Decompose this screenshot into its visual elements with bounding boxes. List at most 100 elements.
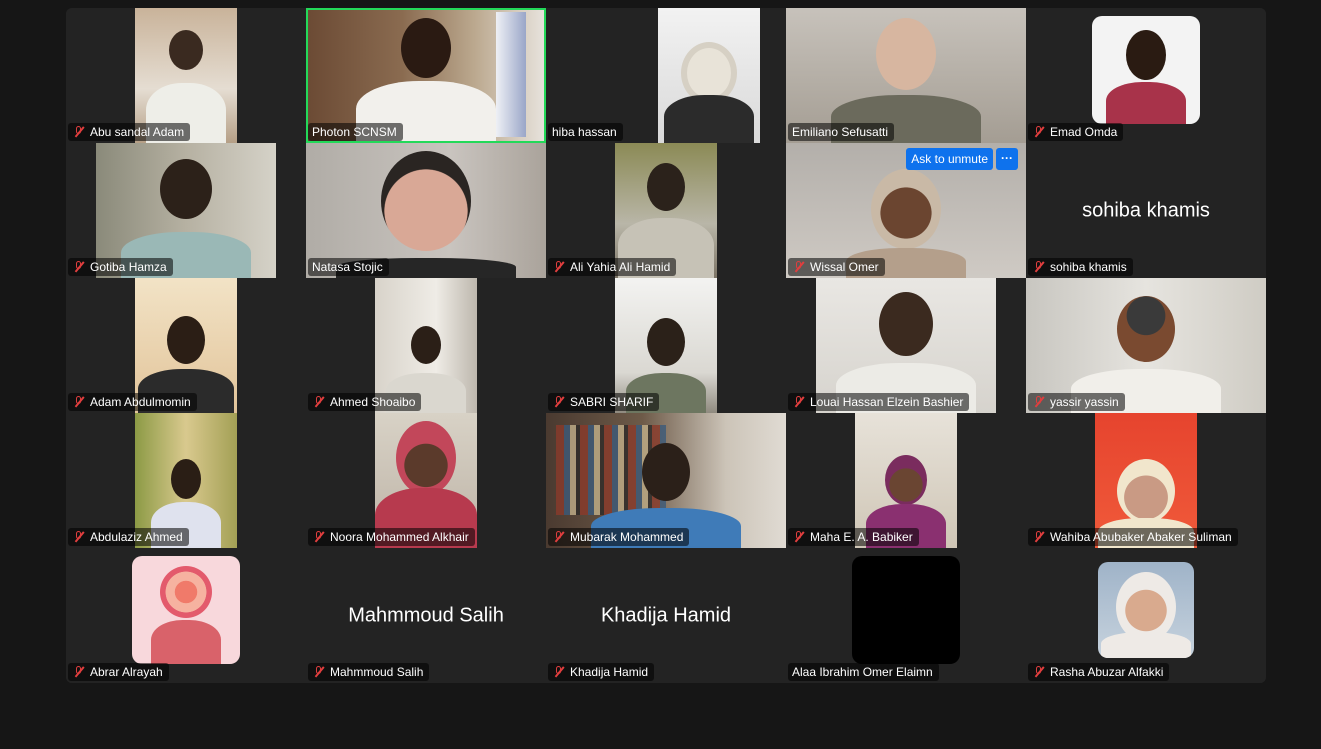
- participant-tile[interactable]: Photon SCNSM: [306, 8, 546, 143]
- participant-display-name: Mahmmoud Salih: [348, 604, 504, 626]
- participant-name-tag: Abu sandal Adam: [68, 123, 191, 141]
- participant-name: Ali Yahia Ali Hamid: [570, 260, 671, 274]
- person-body: [664, 95, 755, 143]
- muted-mic-icon: [552, 665, 566, 679]
- participant-name: Ahmed Shoaibo: [330, 395, 416, 409]
- participant-tile[interactable]: sohiba khamis sohiba khamis: [1026, 143, 1266, 278]
- participant-name-tag: SABRI SHARIF: [548, 393, 660, 411]
- person-head: [171, 459, 201, 499]
- participant-name-tag: Wahiba Abubaker Abaker Suliman: [1028, 528, 1238, 546]
- participant-name-tag: Khadija Hamid: [548, 663, 655, 681]
- participant-name-tag: sohiba khamis: [1028, 258, 1133, 276]
- participant-tile[interactable]: Alaa Ibrahim Omer Elaimn: [786, 548, 1026, 683]
- participant-name-tag: Photon SCNSM: [308, 123, 403, 141]
- participant-name-tag: Emiliano Sefusatti: [788, 123, 895, 141]
- muted-mic-icon: [312, 665, 326, 679]
- participant-name-tag: Adam Abdulmomin: [68, 393, 197, 411]
- profile-picture: [132, 556, 240, 665]
- participant-name-tag: Gotiba Hamza: [68, 258, 173, 276]
- participant-name: Maha E. A. Babiker: [810, 530, 913, 544]
- participant-name-tag: Alaa Ibrahim Omer Elaimn: [788, 663, 939, 681]
- participant-tile[interactable]: hiba hassan: [546, 8, 786, 143]
- muted-mic-icon: [792, 395, 806, 409]
- person-head: [642, 443, 690, 501]
- participant-name-tag: hiba hassan: [548, 123, 623, 141]
- person-head: [876, 18, 936, 90]
- video-feed: [658, 8, 761, 143]
- flag-background: [496, 12, 526, 137]
- participant-display-name: sohiba khamis: [1082, 199, 1210, 221]
- participant-tile[interactable]: Abdulaziz Ahmed: [66, 413, 306, 548]
- participant-name: Abu sandal Adam: [90, 125, 185, 139]
- participant-name: Gotiba Hamza: [90, 260, 167, 274]
- participant-name: Wissal Omer: [810, 260, 879, 274]
- muted-mic-icon: [552, 395, 566, 409]
- muted-mic-icon: [72, 530, 86, 544]
- person-body: [1106, 82, 1186, 125]
- participant-name-tag: Abdulaziz Ahmed: [68, 528, 189, 546]
- participant-tile[interactable]: yassir yassin: [1026, 278, 1266, 413]
- person-head: [411, 326, 441, 364]
- ask-to-unmute-group: Ask to unmute ···: [906, 148, 1018, 170]
- muted-mic-icon: [72, 125, 86, 139]
- participant-tile[interactable]: Rasha Abuzar Alfakki: [1026, 548, 1266, 683]
- participant-tile[interactable]: Khadija Hamid Khadija Hamid: [546, 548, 786, 683]
- participant-tile[interactable]: Gotiba Hamza: [66, 143, 306, 278]
- profile-picture: [1092, 16, 1200, 125]
- muted-mic-icon: [312, 530, 326, 544]
- participant-name: Alaa Ibrahim Omer Elaimn: [792, 665, 933, 679]
- participant-name-tag: Natasa Stojic: [308, 258, 389, 276]
- participant-name-tag: Ali Yahia Ali Hamid: [548, 258, 677, 276]
- participant-tile[interactable]: Emad Omda: [1026, 8, 1266, 143]
- participant-name: sohiba khamis: [1050, 260, 1127, 274]
- participant-tile[interactable]: Louai Hassan Elzein Bashier: [786, 278, 1026, 413]
- person-head: [160, 159, 212, 219]
- muted-mic-icon: [1032, 125, 1046, 139]
- participant-tile[interactable]: Emiliano Sefusatti: [786, 8, 1026, 143]
- muted-mic-icon: [552, 260, 566, 274]
- participant-name: Rasha Abuzar Alfakki: [1050, 665, 1164, 679]
- participant-tile[interactable]: Ask to unmute ··· Wissal Omer: [786, 143, 1026, 278]
- muted-mic-icon: [1032, 260, 1046, 274]
- participant-name-tag: Mubarak Mohammed: [548, 528, 690, 546]
- participant-tile[interactable]: Mubarak Mohammed: [546, 413, 786, 548]
- person-head: [885, 455, 927, 505]
- participant-tile[interactable]: SABRI SHARIF: [546, 278, 786, 413]
- participant-name: Khadija Hamid: [570, 665, 649, 679]
- profile-picture: [1098, 562, 1194, 659]
- person-head: [169, 30, 203, 70]
- participant-name: Louai Hassan Elzein Bashier: [810, 395, 964, 409]
- participant-tile[interactable]: Abrar Alrayah: [66, 548, 306, 683]
- participant-name: Emiliano Sefusatti: [792, 125, 889, 139]
- participant-tile[interactable]: Wahiba Abubaker Abaker Suliman: [1026, 413, 1266, 548]
- muted-mic-icon: [312, 395, 326, 409]
- more-options-button[interactable]: ···: [996, 148, 1018, 170]
- participant-name: hiba hassan: [552, 125, 617, 139]
- person-body: [151, 620, 221, 665]
- person-head: [381, 151, 471, 251]
- ask-to-unmute-button[interactable]: Ask to unmute: [906, 148, 993, 170]
- participant-tile[interactable]: Maha E. A. Babiker: [786, 413, 1026, 548]
- participant-tile[interactable]: Adam Abdulmomin: [66, 278, 306, 413]
- participant-name: Mubarak Mohammed: [570, 530, 684, 544]
- participant-tile[interactable]: Abu sandal Adam: [66, 8, 306, 143]
- person-head: [396, 421, 456, 495]
- participant-tile[interactable]: Ali Yahia Ali Hamid: [546, 143, 786, 278]
- participant-name: Adam Abdulmomin: [90, 395, 191, 409]
- muted-mic-icon: [72, 665, 86, 679]
- muted-mic-icon: [72, 395, 86, 409]
- participant-tile[interactable]: Ahmed Shoaibo: [306, 278, 546, 413]
- flower-bouquet: [160, 566, 212, 619]
- muted-mic-icon: [792, 530, 806, 544]
- person-head: [1126, 30, 1166, 81]
- participant-name-tag: Ahmed Shoaibo: [308, 393, 422, 411]
- person-head: [871, 169, 941, 249]
- participant-tile[interactable]: Natasa Stojic: [306, 143, 546, 278]
- muted-mic-icon: [792, 260, 806, 274]
- participant-name: Wahiba Abubaker Abaker Suliman: [1050, 530, 1232, 544]
- participant-tile[interactable]: Noora Mohammed Alkhair: [306, 413, 546, 548]
- participant-name-tag: Louai Hassan Elzein Bashier: [788, 393, 970, 411]
- participant-tile[interactable]: Mahmmoud Salih Mahmmoud Salih: [306, 548, 546, 683]
- participant-name-tag: Mahmmoud Salih: [308, 663, 430, 681]
- participant-name: Mahmmoud Salih: [330, 665, 424, 679]
